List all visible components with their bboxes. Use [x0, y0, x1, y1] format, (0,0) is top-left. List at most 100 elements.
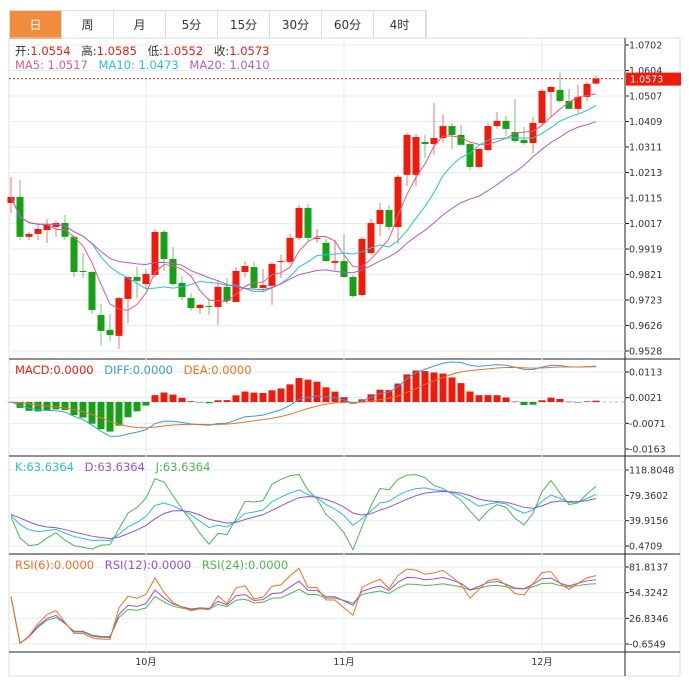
candle-body [385, 209, 393, 227]
macd-bar [448, 377, 456, 402]
price-axis-label: 1.0213 [629, 168, 662, 179]
price-axis-label: 1.0017 [629, 219, 662, 230]
price-axis-label: 1.0409 [629, 117, 662, 128]
macd-bar [583, 401, 591, 402]
ma20-legend: MA20: 1.0410 [189, 58, 270, 72]
candle-body [277, 261, 285, 263]
price-axis-label: 0.9919 [629, 245, 662, 256]
macd-axis-label: 0.0113 [629, 368, 662, 379]
macd-bar [502, 397, 510, 402]
price-axis-label: 0.9723 [629, 296, 662, 307]
candle-body [196, 304, 204, 308]
macd-bar [322, 387, 330, 402]
price-axis-label: 0.9626 [629, 321, 662, 332]
macd-bar [538, 400, 546, 402]
macd-bar [70, 402, 78, 416]
x-axis-label: 11月 [333, 657, 355, 668]
macd-bar [214, 400, 222, 402]
candle-body [475, 148, 483, 167]
macd-bar [475, 395, 483, 402]
rsi-axis-label: 81.8137 [629, 563, 668, 574]
candle-body [259, 285, 267, 288]
open-value: 1.0554 [30, 44, 71, 58]
low-value: 1.0552 [162, 44, 204, 58]
high-label: 高: [81, 44, 97, 58]
candle-body [142, 273, 150, 285]
chart-canvas[interactable]: 1.07021.06041.05071.04091.03111.02131.01… [0, 0, 689, 687]
candle-body [97, 315, 105, 331]
candle-body [205, 305, 213, 307]
macd-bar [151, 395, 159, 402]
candle-body [106, 329, 114, 336]
price-axis-label: 0.9528 [629, 347, 662, 358]
macd-bar [259, 392, 267, 402]
macd-bar [286, 384, 294, 402]
macd-bar [511, 401, 519, 403]
candle-body [331, 261, 339, 263]
kdj-j-line [10, 473, 597, 552]
macd-bar [574, 402, 582, 403]
candle-body [214, 286, 222, 307]
macd-bar [223, 400, 231, 402]
macd-bar [421, 371, 429, 402]
candle-body [349, 276, 357, 297]
candle-body [592, 78, 600, 84]
macd-bar [313, 381, 321, 402]
macd-bar [106, 402, 114, 432]
candle-body [187, 298, 195, 308]
candle-body [223, 286, 231, 301]
macd-bar [196, 402, 204, 403]
forex-chart-widget: 日周月 5分 15分 30分 60分 4时 1.0702 1.0604 1.0507 1.040… [0, 0, 689, 687]
candle-body [34, 229, 42, 234]
macd-bar [178, 397, 186, 402]
macd-bar [250, 392, 258, 402]
candle-body [304, 207, 312, 238]
candle-body [502, 120, 510, 129]
macd-bar [97, 402, 105, 430]
macd-bar [52, 402, 60, 410]
kdj-legend: K:63.6364 D:63.6364 J:63.6364 [15, 460, 217, 474]
x-axis-label: 10月 [135, 657, 157, 668]
candle-body [412, 137, 420, 175]
price-axis-label: 1.0507 [629, 92, 662, 103]
candle-body [538, 90, 546, 123]
candle-body [340, 261, 348, 277]
kdj-legend-k: K:63.6364 [15, 460, 74, 474]
macd-bar [493, 395, 501, 402]
rsi6-legend: RSI(6):0.0000 [15, 558, 95, 572]
ma10-legend: MA10: 1.0473 [98, 58, 179, 72]
macd-legend-macd: MACD:0.0000 [15, 363, 94, 377]
candle-body [178, 282, 186, 298]
macd-bar [430, 372, 438, 402]
candle-body [124, 276, 132, 299]
macd-bar [133, 402, 141, 412]
kdj-legend-j: J:63.6364 [155, 460, 211, 474]
candle-body [484, 126, 492, 151]
rsi-axis-label: 54.3242 [629, 588, 668, 599]
candle-body [376, 209, 384, 225]
candle-body [115, 298, 123, 336]
ma-legend: MA5: 1.0517 MA10: 1.0473 MA20: 1.0410 [15, 58, 277, 72]
open-label: 开: [15, 44, 31, 58]
macd-bar [556, 398, 564, 402]
macd-bar [484, 395, 492, 402]
candle-body [520, 139, 528, 144]
macd-axis-label: -0.0163 [629, 445, 666, 456]
macd-bar [160, 392, 168, 402]
candle-body [160, 231, 168, 259]
price-axis-label: 0.9821 [629, 270, 662, 281]
price-axis-label: 1.0115 [629, 194, 662, 205]
macd-bar [88, 402, 96, 424]
macd-legend-dea: DEA:0.0000 [183, 363, 252, 377]
macd-axis-label: 0.0021 [629, 393, 662, 404]
rsi-axis-label: 26.8346 [629, 614, 668, 625]
candle-body [529, 122, 537, 144]
macd-bar [466, 391, 474, 402]
low-label: 低: [147, 44, 163, 58]
candle-body [70, 236, 78, 273]
candle-body [448, 126, 456, 135]
candle-body [556, 89, 564, 102]
candle-body [286, 237, 294, 262]
candle-body [421, 141, 429, 145]
x-axis-label: 12月 [531, 657, 553, 668]
